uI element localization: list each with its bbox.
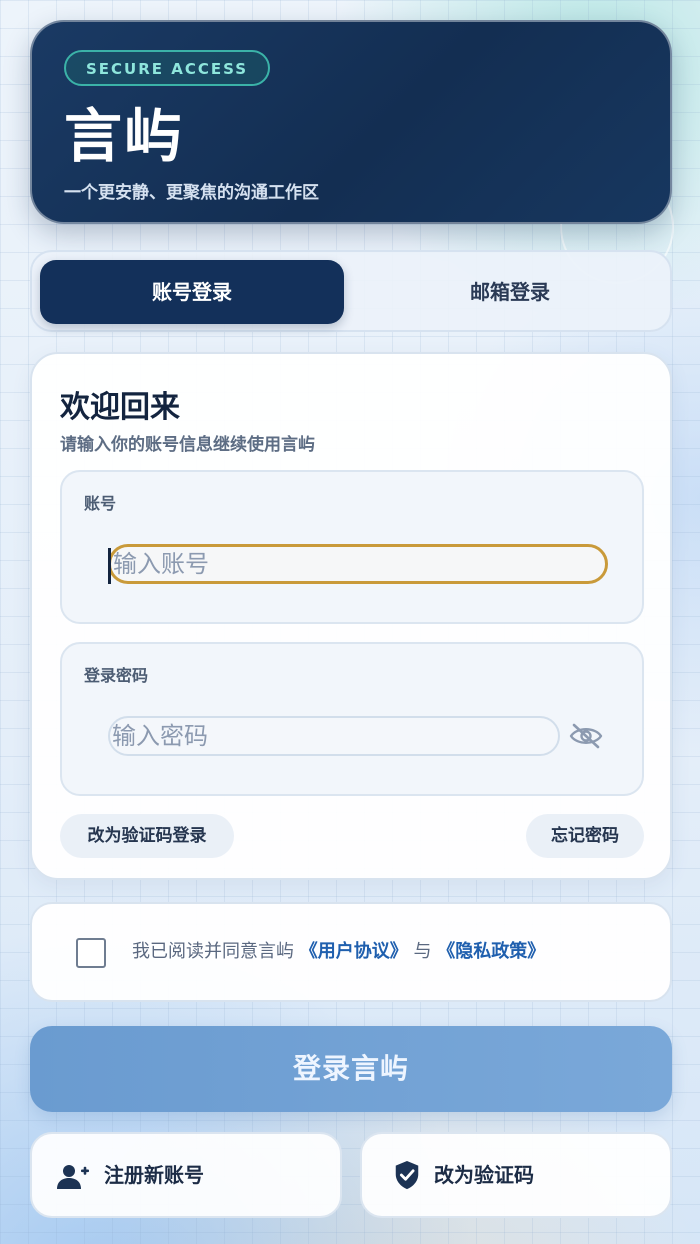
add-user-icon xyxy=(57,1165,89,1189)
terms-link[interactable]: 《用户协议》 xyxy=(300,941,408,962)
agreement-connector: 与 xyxy=(413,941,432,962)
switch-to-code-login-button[interactable]: 改为验证码登录 xyxy=(60,814,234,858)
app-subtitle: 一个更安静、更聚焦的沟通工作区 xyxy=(64,183,319,203)
register-button[interactable]: 注册新账号 xyxy=(30,1132,342,1218)
tab-email-login[interactable]: 邮箱登录 xyxy=(358,260,662,324)
forgot-password-button[interactable]: 忘记密码 xyxy=(526,814,644,858)
welcome-heading: 欢迎回来 xyxy=(60,390,180,425)
login-button[interactable]: 登录言屿 xyxy=(30,1026,672,1112)
agreement-checkbox[interactable] xyxy=(76,938,106,968)
account-input[interactable] xyxy=(108,544,608,584)
eye-off-icon[interactable] xyxy=(568,722,604,750)
tab-account-login[interactable]: 账号登录 xyxy=(40,260,344,324)
shield-check-icon xyxy=(395,1160,419,1190)
account-field: 账号 xyxy=(60,470,644,624)
hero-header: SECURE ACCESS 言屿 一个更安静、更聚焦的沟通工作区 xyxy=(30,20,672,224)
code-login-label: 改为验证码 xyxy=(434,1163,534,1187)
password-field: 登录密码 xyxy=(60,642,644,796)
agreement-text: 我已阅读并同意言屿 《用户协议》 与 《隐私政策》 xyxy=(132,937,545,967)
login-card: 欢迎回来 请输入你的账号信息继续使用言屿 账号 登录密码 改为验证码登录 忘记密… xyxy=(30,352,672,880)
register-label: 注册新账号 xyxy=(104,1163,204,1187)
agreement-card: 我已阅读并同意言屿 《用户协议》 与 《隐私政策》 xyxy=(30,902,672,1002)
code-login-button[interactable]: 改为验证码 xyxy=(360,1132,672,1218)
account-label: 账号 xyxy=(84,494,117,513)
welcome-subheading: 请输入你的账号信息继续使用言屿 xyxy=(60,435,315,455)
login-method-tabs: 账号登录 邮箱登录 xyxy=(30,250,672,332)
text-caret xyxy=(108,548,111,584)
secure-access-badge: SECURE ACCESS xyxy=(64,50,271,86)
privacy-link[interactable]: 《隐私政策》 xyxy=(437,941,545,962)
password-input[interactable] xyxy=(108,716,560,756)
agreement-prefix: 我已阅读并同意言屿 xyxy=(132,941,294,962)
app-title: 言屿 xyxy=(64,102,185,170)
password-label: 登录密码 xyxy=(84,666,149,685)
